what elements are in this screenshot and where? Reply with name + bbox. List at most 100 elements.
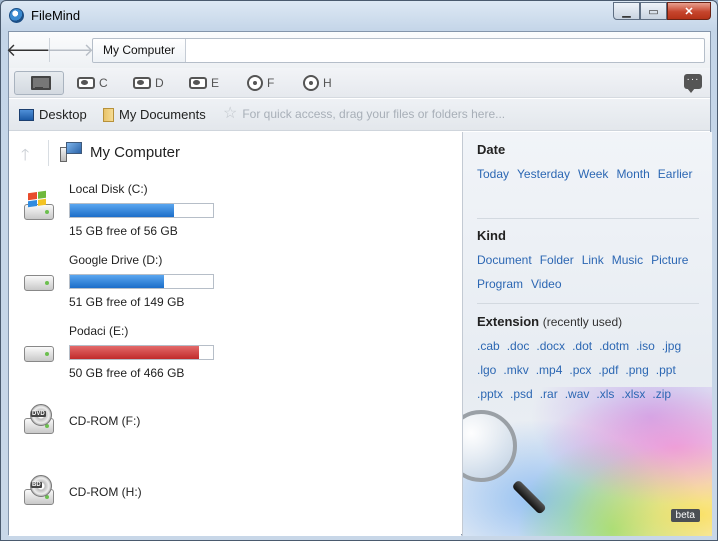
- close-button[interactable]: ✕: [667, 2, 711, 20]
- filter-link[interactable]: Month: [616, 166, 649, 182]
- filter-link[interactable]: .mp4: [536, 362, 563, 378]
- filter-link[interactable]: .pcx: [569, 362, 591, 378]
- filter-links: Document Folder Link Music Picture Program Vid…: [477, 252, 702, 292]
- extension-title: Extension: [477, 314, 540, 329]
- filter-link[interactable]: .xls: [596, 386, 614, 402]
- tab-drive-h[interactable]: H: [303, 71, 332, 95]
- drive-item-e[interactable]: Podaci (E:) 50 GB free of 466 GB: [9, 324, 461, 386]
- filter-link[interactable]: .pptx: [477, 386, 503, 402]
- filter-title: Extension (recently used): [477, 314, 702, 329]
- drive-item-h[interactable]: BD CD-ROM (H:): [9, 467, 461, 529]
- drive-free-space: 15 GB free of 56 GB: [69, 224, 178, 238]
- filter-link[interactable]: .dot: [572, 338, 592, 354]
- quick-access-documents[interactable]: My Documents: [103, 107, 206, 122]
- filter-link[interactable]: Program: [477, 276, 523, 292]
- hdd-icon: [189, 77, 207, 89]
- drive-item-c[interactable]: Local Disk (C:) 15 GB free of 56 GB: [9, 182, 461, 244]
- disc-label: DVD: [31, 411, 46, 417]
- tab-drive-e[interactable]: E: [189, 71, 219, 95]
- address-crumb[interactable]: My Computer: [93, 39, 187, 62]
- computer-icon: [60, 142, 82, 162]
- drive-free-space: 51 GB free of 149 GB: [69, 295, 185, 309]
- hdd-icon: [77, 77, 95, 89]
- filter-link[interactable]: Week: [578, 166, 608, 182]
- bd-drive-icon: BD: [24, 475, 56, 507]
- filter-link[interactable]: .doc: [507, 338, 530, 354]
- feedback-chat-icon[interactable]: ···: [684, 74, 702, 93]
- quick-access-desktop[interactable]: Desktop: [19, 107, 87, 122]
- page-title: My Computer: [90, 144, 181, 161]
- filter-link[interactable]: Music: [612, 252, 643, 268]
- filter-extension: Extension (recently used) .cab .doc .docx.…: [477, 314, 702, 402]
- drive-usage-bar: [69, 274, 214, 289]
- filter-link[interactable]: .mkv: [503, 362, 528, 378]
- drive-name: Podaci (E:): [69, 324, 129, 338]
- drive-tab-letter: F: [267, 76, 275, 90]
- up-arrow-icon[interactable]: 🡑: [21, 144, 29, 171]
- filter-link[interactable]: Document: [477, 252, 532, 268]
- title-bar[interactable]: FileMind ▁ ▭ ✕: [1, 1, 717, 31]
- filter-link[interactable]: Today: [477, 166, 509, 182]
- filter-link[interactable]: .rar: [540, 386, 558, 402]
- drive-tab-letter: C: [99, 76, 108, 90]
- drive-usage-bar: [69, 203, 214, 218]
- quick-access-label: My Documents: [119, 107, 206, 122]
- filter-pane: Date Today Yesterday Week Month Earlier Kind…: [462, 132, 712, 536]
- quick-access-bar: Desktop My Documents ☆ For quick access,…: [9, 99, 710, 131]
- drive-item-d[interactable]: Google Drive (D:) 51 GB free of 149 GB: [9, 253, 461, 315]
- filter-link[interactable]: .xlsx: [621, 386, 645, 402]
- back-arrow-icon[interactable]: 🡐: [6, 39, 54, 61]
- drive-list-pane: 🡑 My Computer Local Disk (C:) 15 GB free…: [9, 132, 461, 536]
- dvd-drive-icon: DVD: [24, 404, 56, 436]
- windows-logo-icon: [28, 190, 46, 208]
- tab-drive-c[interactable]: C: [77, 71, 108, 95]
- filter-link[interactable]: .jpg: [662, 338, 681, 354]
- drive-name: CD-ROM (H:): [69, 485, 142, 499]
- drive-tabs-bar: C D E F H ···: [9, 68, 710, 98]
- filter-link[interactable]: .pdf: [598, 362, 618, 378]
- filter-link[interactable]: Folder: [540, 252, 574, 268]
- drive-item-f[interactable]: DVD CD-ROM (F:): [9, 396, 461, 458]
- filter-link[interactable]: Earlier: [658, 166, 693, 182]
- hdd-icon: [133, 77, 151, 89]
- filter-link[interactable]: Link: [582, 252, 604, 268]
- filter-link[interactable]: .zip: [652, 386, 671, 402]
- filemind-logo-icon: [9, 8, 24, 23]
- address-bar[interactable]: My Computer: [92, 38, 705, 63]
- filter-link[interactable]: Yesterday: [517, 166, 570, 182]
- maximize-button[interactable]: ▭: [640, 2, 667, 20]
- tab-my-computer[interactable]: [14, 71, 64, 95]
- filter-link[interactable]: Video: [531, 276, 561, 292]
- navigation-bar: 🡐 🡒 My Computer: [6, 32, 710, 68]
- filter-link[interactable]: Picture: [651, 252, 688, 268]
- filter-link[interactable]: .dotm: [599, 338, 629, 354]
- quick-access-hint: For quick access, drag your files or fol…: [242, 107, 506, 121]
- filter-link[interactable]: .iso: [636, 338, 655, 354]
- filter-link[interactable]: .lgo: [477, 362, 496, 378]
- tab-drive-d[interactable]: D: [133, 71, 164, 95]
- filter-link[interactable]: .ppt: [656, 362, 676, 378]
- documents-folder-icon: [103, 107, 114, 122]
- minimize-button[interactable]: ▁: [613, 2, 640, 20]
- filter-links: .cab .doc .docx .dot .dotm .iso .jpg .lgo .mkv .m…: [477, 338, 702, 402]
- filter-link[interactable]: .png: [625, 362, 648, 378]
- divider: [477, 303, 699, 304]
- path-header: 🡑 My Computer: [9, 140, 461, 168]
- drive-tab-letter: D: [155, 76, 164, 90]
- drive-usage-fill: [70, 275, 165, 288]
- tab-drive-f[interactable]: F: [247, 71, 274, 95]
- filter-link[interactable]: .cab: [477, 338, 500, 354]
- window-title: FileMind: [31, 8, 81, 23]
- drive-free-space: 50 GB free of 466 GB: [69, 366, 185, 380]
- forward-arrow-icon[interactable]: 🡒: [46, 39, 94, 61]
- filter-link[interactable]: .wav: [565, 386, 590, 402]
- quick-access-drop-zone[interactable]: ☆ For quick access, drag your files or f…: [223, 105, 506, 122]
- cd-icon: [247, 75, 263, 91]
- filter-kind: Kind Document Folder Link Music Picture Progr…: [477, 228, 702, 292]
- filter-link[interactable]: .psd: [510, 386, 533, 402]
- star-icon: ☆: [223, 105, 238, 122]
- quick-access-label: Desktop: [39, 107, 87, 122]
- drive-name: Google Drive (D:): [69, 253, 163, 267]
- path-divider: [48, 140, 49, 166]
- filter-link[interactable]: .docx: [536, 338, 565, 354]
